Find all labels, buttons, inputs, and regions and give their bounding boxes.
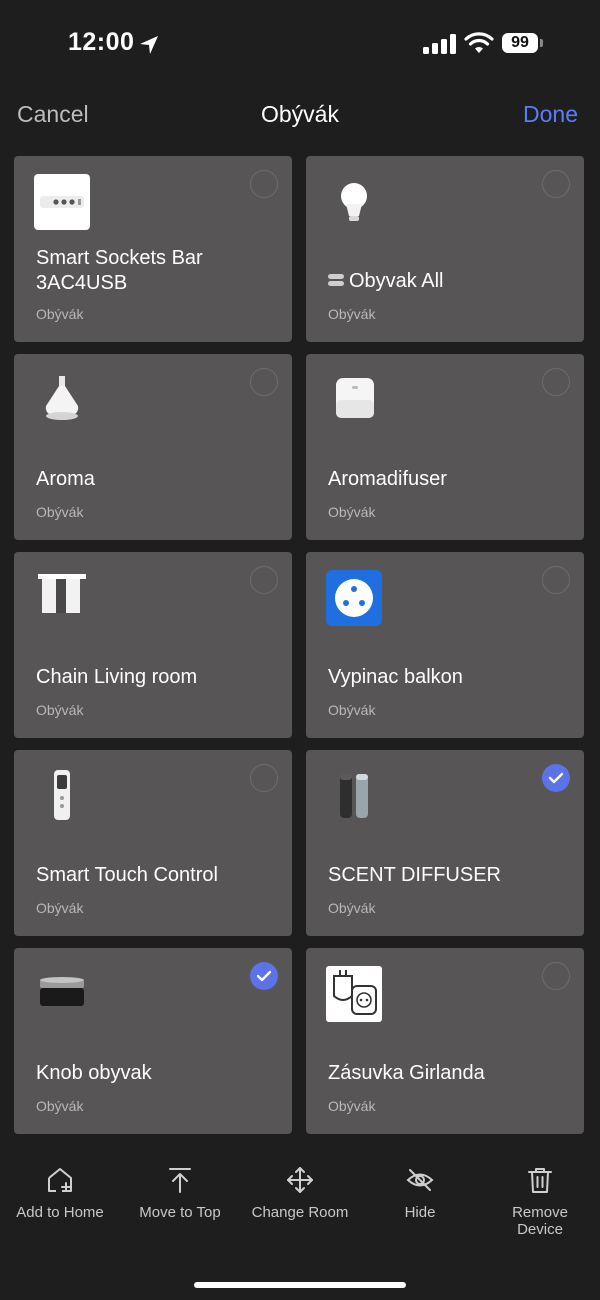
tool-label: Change Room	[251, 1204, 349, 1221]
move-arrows-icon	[287, 1167, 313, 1193]
device-room: Obývák	[328, 702, 376, 718]
knob-icon	[40, 977, 84, 1006]
device-name: Smart Sockets Bar 3AC4USB	[36, 247, 203, 294]
device-card[interactable]: Smart Touch Control Obývák	[14, 750, 292, 936]
device-room: Obývák	[36, 1098, 84, 1114]
device-card[interactable]: Vypinac balkon Obývák	[306, 552, 584, 738]
device-card[interactable]: Chain Living room Obývák	[14, 552, 292, 738]
hide-button[interactable]: Hide	[360, 1160, 480, 1221]
signal-icon	[423, 34, 456, 54]
tool-label: Hide	[404, 1204, 436, 1221]
status-bar: 12:00 99	[0, 0, 600, 90]
device-room: Obývák	[328, 504, 376, 520]
device-card[interactable]: Aroma Obývák	[14, 354, 292, 540]
done-button[interactable]: Done	[523, 101, 578, 128]
arrow-to-top-icon	[169, 1168, 191, 1193]
select-checkbox[interactable]	[250, 170, 278, 198]
bottom-toolbar: Add to Home Move to Top Change Room Hide…	[0, 1160, 600, 1250]
device-room: Obývák	[36, 900, 84, 916]
device-name: Vypinac balkon	[328, 666, 463, 688]
select-checkbox[interactable]	[542, 962, 570, 990]
wifi-icon	[464, 32, 494, 53]
change-room-button[interactable]: Change Room	[240, 1160, 360, 1221]
plug-adapter-icon	[326, 966, 382, 1022]
socket-icon	[326, 570, 382, 626]
checkmark-icon	[548, 772, 564, 784]
tool-label: Remove Device	[512, 1204, 568, 1238]
device-name: Chain Living room	[36, 666, 198, 688]
remote-control-icon	[54, 770, 70, 820]
device-name: Aromadifuser	[328, 468, 447, 490]
scent-diffuser-icon	[340, 774, 368, 818]
aroma-diffuser-icon	[45, 376, 79, 420]
group-icon	[328, 273, 344, 286]
tool-label: Add to Home	[16, 1204, 104, 1221]
move-to-top-button[interactable]: Move to Top	[120, 1160, 240, 1221]
battery-tip	[540, 39, 543, 47]
power-strip-icon	[34, 174, 90, 230]
device-name: Obyvak All	[328, 269, 570, 294]
device-room: Obývák	[328, 1098, 376, 1114]
device-card[interactable]: Knob obyvak Obývák	[14, 948, 292, 1134]
eye-off-icon	[406, 1169, 434, 1191]
device-card[interactable]: SCENT DIFFUSER Obývák	[306, 750, 584, 936]
device-card[interactable]: Obyvak All Obývák	[306, 156, 584, 342]
select-checkbox-checked[interactable]	[542, 764, 570, 792]
page-title: Obývák	[261, 101, 339, 127]
device-room: Obývák	[36, 504, 84, 520]
device-name: SCENT DIFFUSER	[328, 864, 501, 886]
device-grid: Smart Sockets Bar 3AC4USB Obývák Obyvak …	[14, 156, 586, 1134]
device-room: Obývák	[328, 306, 376, 322]
add-to-home-button[interactable]: Add to Home	[0, 1160, 120, 1221]
device-name: Aroma	[36, 468, 95, 490]
select-checkbox[interactable]	[250, 368, 278, 396]
device-card[interactable]: Smart Sockets Bar 3AC4USB Obývák	[14, 156, 292, 342]
device-name: Knob obyvak	[36, 1062, 152, 1084]
device-card[interactable]: Zásuvka Girlanda Obývák	[306, 948, 584, 1134]
trash-icon	[528, 1168, 552, 1193]
device-room: Obývák	[36, 306, 84, 322]
select-checkbox[interactable]	[542, 170, 570, 198]
device-room: Obývák	[36, 702, 84, 718]
device-name-text: Obyvak All	[349, 270, 444, 292]
device-name: Zásuvka Girlanda	[328, 1062, 485, 1084]
select-checkbox[interactable]	[250, 764, 278, 792]
light-bulb-icon	[341, 183, 367, 221]
device-card[interactable]: Aromadifuser Obývák	[306, 354, 584, 540]
tool-label: Move to Top	[139, 1204, 221, 1221]
curtain-icon	[38, 574, 86, 613]
remove-device-button[interactable]: Remove Device	[480, 1160, 600, 1238]
device-room: Obývák	[328, 900, 376, 916]
home-add-icon	[48, 1168, 72, 1192]
device-name: Smart Touch Control	[36, 864, 218, 886]
select-checkbox[interactable]	[542, 368, 570, 396]
checkmark-icon	[256, 970, 272, 982]
select-checkbox[interactable]	[250, 566, 278, 594]
home-indicator[interactable]	[194, 1282, 406, 1288]
diffuser-box-icon	[336, 378, 374, 418]
select-checkbox-checked[interactable]	[250, 962, 278, 990]
status-time: 12:00	[68, 28, 135, 56]
location-arrow-icon	[140, 36, 158, 54]
select-checkbox[interactable]	[542, 566, 570, 594]
battery-indicator: 99	[502, 33, 538, 53]
